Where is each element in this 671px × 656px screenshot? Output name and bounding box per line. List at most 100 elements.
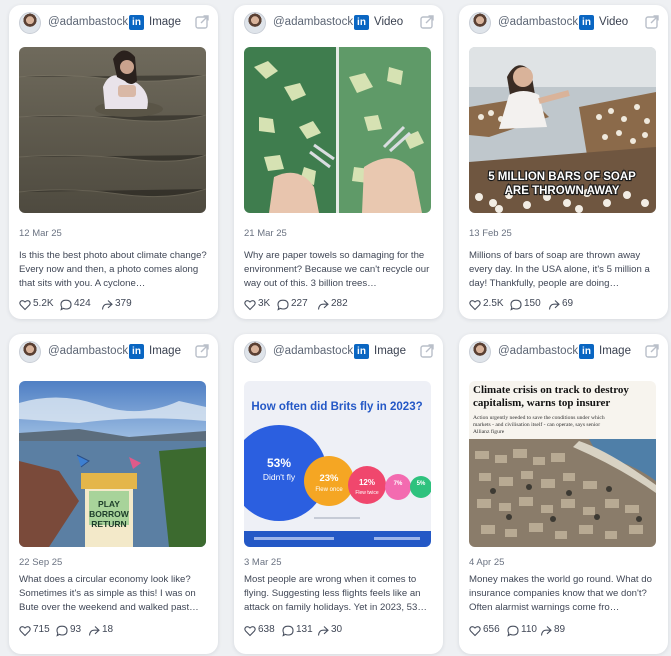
author-handle: @adambastock <box>498 16 579 28</box>
post-card[interactable]: @adambastock in Video 5 MILLION BARS OF … <box>459 5 668 319</box>
post-type-label: Image <box>149 16 181 28</box>
repost-count: 89 <box>554 624 566 635</box>
share-icon <box>548 300 560 310</box>
post-image[interactable]: Climate crisis on track to destroy capit… <box>469 381 656 547</box>
avatar <box>244 12 266 34</box>
external-link-icon[interactable] <box>419 343 435 359</box>
post-card[interactable]: @adambastock in Image <box>9 334 218 654</box>
author-handle: @adambastock <box>498 345 579 357</box>
post-image[interactable] <box>19 47 206 213</box>
author-handle: @adambastock <box>48 345 129 357</box>
post-date: 22 Sep 25 <box>19 557 63 568</box>
card-header: @adambastock in Image <box>9 5 218 35</box>
post-video-thumbnail[interactable]: 5 MILLION BARS OF SOAP ARE THROWN AWAY <box>469 47 656 213</box>
external-link-icon[interactable] <box>644 343 660 359</box>
bubble-value-4: 7% <box>394 481 403 487</box>
post-image[interactable]: How often did Brits fly in 2023? 53% Did… <box>244 381 431 547</box>
post-image[interactable]: PLAY BORROW RETURN <box>19 381 206 547</box>
like-count: 5.2K <box>33 298 54 309</box>
card-header: @adambastock in Image <box>9 334 218 364</box>
post-type-label: Image <box>149 345 181 357</box>
linkedin-icon: in <box>579 15 594 30</box>
avatar <box>244 341 266 363</box>
post-date: 21 Mar 25 <box>244 228 287 239</box>
comment-count: 227 <box>291 298 308 309</box>
heart-icon <box>469 626 481 637</box>
like-count: 656 <box>483 624 500 635</box>
author-handle: @adambastock <box>273 16 354 28</box>
avatar <box>469 12 491 34</box>
post-type-label: Video <box>599 16 629 28</box>
share-icon <box>317 626 329 636</box>
external-link-icon[interactable] <box>419 14 435 30</box>
bubble-value-2: 23% <box>319 473 339 484</box>
comment-count: 93 <box>70 624 82 635</box>
repost-count: 69 <box>562 298 574 309</box>
post-text: Money makes the world go round. What do … <box>469 574 652 613</box>
heart-icon <box>19 300 31 311</box>
share-icon <box>540 626 552 636</box>
sign-line3: RETURN <box>91 519 126 529</box>
comment-icon <box>277 299 289 311</box>
comment-count: 150 <box>524 298 541 309</box>
overlay-caption-line2: ARE THROWN AWAY <box>505 185 620 197</box>
post-type-label: Video <box>374 16 404 28</box>
bubble-value-5: 5% <box>417 481 426 487</box>
post-card[interactable]: @adambastock in Image <box>9 5 218 319</box>
card-header: @adambastock in Image <box>459 334 668 364</box>
overlay-caption-line1: 5 MILLION BARS OF SOAP <box>488 171 636 183</box>
author-handle: @adambastock <box>273 345 354 357</box>
comment-icon <box>510 299 522 311</box>
share-icon <box>101 300 113 310</box>
like-count: 638 <box>258 624 275 635</box>
post-date: 4 Apr 25 <box>469 557 505 568</box>
post-card[interactable]: @adambastock in Image How often did Brit… <box>234 334 443 654</box>
repost-count: 282 <box>331 298 348 309</box>
comment-icon <box>507 625 519 637</box>
card-header: @adambastock in Video <box>459 5 668 35</box>
linkedin-icon: in <box>129 15 144 30</box>
comment-icon <box>56 625 68 637</box>
post-text: Millions of bars of soap are thrown away… <box>469 250 650 289</box>
avatar <box>19 12 41 34</box>
heart-icon <box>244 626 256 637</box>
post-date: 13 Feb 25 <box>469 228 512 239</box>
external-link-icon[interactable] <box>644 14 660 30</box>
news-standfirst-line2: markets - and civilisation itself - can … <box>473 421 600 428</box>
post-card[interactable]: @adambastock in Video 21 Mar 25 Why are … <box>234 5 443 319</box>
comment-icon <box>60 299 72 311</box>
bubble-label-2: Flew once <box>315 487 343 493</box>
comment-count: 131 <box>296 624 313 635</box>
external-link-icon[interactable] <box>194 343 210 359</box>
comment-count: 424 <box>74 298 91 309</box>
like-count: 2.5K <box>483 298 504 309</box>
sign-line2: BORROW <box>89 509 130 519</box>
like-count: 715 <box>33 624 50 635</box>
bubble-value-3: 12% <box>359 478 375 487</box>
post-video-thumbnail[interactable] <box>244 47 431 213</box>
news-standfirst-line1: Action urgently needed to save the condi… <box>473 415 605 421</box>
post-date: 3 Mar 25 <box>244 557 282 568</box>
external-link-icon[interactable] <box>194 14 210 30</box>
linkedin-icon: in <box>129 344 144 359</box>
like-count: 3K <box>258 298 271 309</box>
post-type-label: Image <box>599 345 631 357</box>
linkedin-icon: in <box>354 344 369 359</box>
comment-count: 110 <box>521 624 537 635</box>
news-headline-line2: capitalism, warns top insurer <box>473 397 610 409</box>
post-text: Is this the best photo about climate cha… <box>19 250 207 289</box>
post-text: Why are paper towels so damaging for the… <box>244 250 430 289</box>
avatar <box>19 341 41 363</box>
post-card[interactable]: @adambastock in Image Climate crisis on … <box>459 334 668 654</box>
share-icon <box>88 626 100 636</box>
post-date: 12 Mar 25 <box>19 228 62 239</box>
infographic-title: How often did Brits fly in 2023? <box>251 401 422 413</box>
heart-icon <box>469 300 481 311</box>
post-type-label: Image <box>374 345 406 357</box>
news-headline-line1: Climate crisis on track to destroy <box>473 384 629 396</box>
card-header: @adambastock in Video <box>234 5 443 35</box>
card-header: @adambastock in Image <box>234 334 443 364</box>
post-text: What does a circular economy look like? … <box>19 574 199 613</box>
repost-count: 30 <box>331 624 343 635</box>
bubble-label-3: Flew twice <box>355 490 379 496</box>
